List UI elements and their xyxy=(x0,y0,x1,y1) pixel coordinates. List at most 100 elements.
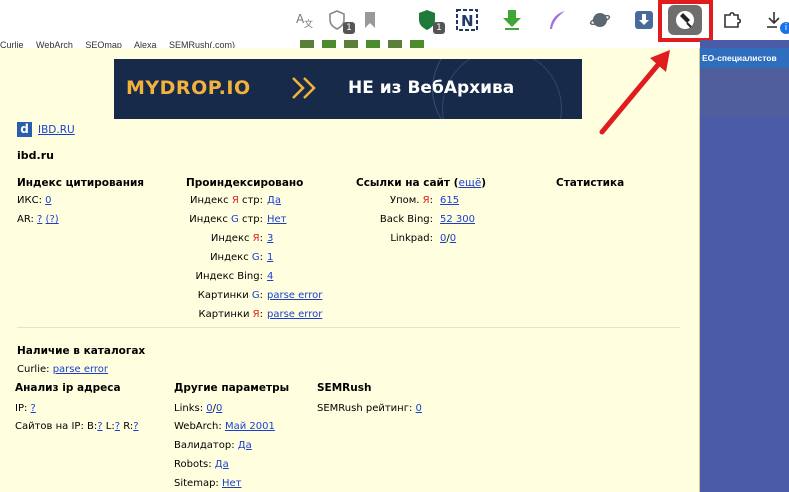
svg-text:N: N xyxy=(461,12,474,30)
row-label: Индекс Bing xyxy=(195,271,260,282)
iks-value[interactable]: 0 xyxy=(45,195,51,206)
links-linkpad-values: 0/0 xyxy=(440,233,457,244)
translate-icon[interactable]: A文 xyxy=(293,8,317,32)
ip-value[interactable]: ? xyxy=(31,403,36,414)
row-label: Индекс xyxy=(210,233,253,244)
puzzle-icon[interactable] xyxy=(720,8,744,32)
iks-label: ИКС: xyxy=(17,195,42,206)
row-label: стр: xyxy=(238,195,263,206)
other-links-value-2[interactable]: 0 xyxy=(216,403,222,414)
webarch-label: WebArch: xyxy=(174,421,222,432)
semrush-row: SEMRush рейтинг: 0 xyxy=(317,403,422,414)
curlie-value[interactable]: parse error xyxy=(53,364,108,375)
engine-letter: G xyxy=(231,214,239,225)
sites-label: Сайтов на IP: xyxy=(15,421,84,432)
highlight-box xyxy=(658,0,713,42)
shield-badge: 1 xyxy=(343,22,355,34)
sitemap-label: Sitemap: xyxy=(174,478,219,489)
semrush-heading: SEMRush xyxy=(317,382,372,394)
r-value[interactable]: ? xyxy=(133,421,138,432)
engine-letter: G xyxy=(251,252,260,263)
indexed-row-value[interactable]: Да xyxy=(267,195,281,206)
ip-heading: Анализ ip адреса xyxy=(15,382,121,394)
sitemap-row: Sitemap: Нет xyxy=(174,478,241,489)
curlie-row: Curlie: parse error xyxy=(17,364,108,375)
site-link[interactable]: IBD.RU xyxy=(38,124,75,136)
banner-tagline: НЕ из ВебАрхива xyxy=(348,78,515,98)
row-label: Индекс xyxy=(189,214,232,225)
validator-value[interactable]: Да xyxy=(238,440,252,451)
indexed-row-label: Индекс Я стр: xyxy=(190,195,263,206)
links-yandex-value[interactable]: 615 xyxy=(440,195,459,206)
row-label: Упом. xyxy=(390,195,423,206)
linkpad-value-2[interactable]: 0 xyxy=(450,233,456,244)
engine-letter: Я xyxy=(231,195,239,206)
bookmark-icon[interactable] xyxy=(358,8,382,32)
downloads-icon[interactable]: i xyxy=(762,8,789,34)
indexed-row-value[interactable]: parse error xyxy=(267,290,322,301)
feather-icon[interactable] xyxy=(545,8,569,32)
row-label: : xyxy=(429,195,433,206)
robots-value[interactable]: Да xyxy=(215,459,229,470)
row-label: : xyxy=(429,233,433,244)
linkpad-value-1[interactable]: 0 xyxy=(440,233,446,244)
links-title: Ссылки на сайт xyxy=(356,177,451,189)
engine-letter: Я xyxy=(252,309,260,320)
background-page: EO-специалистов xyxy=(700,40,789,492)
catalogs-heading: Наличие в каталогах xyxy=(17,345,146,357)
row-label: Картинки xyxy=(198,309,253,320)
planet-icon[interactable] xyxy=(588,8,612,32)
indexed-row-value[interactable]: 1 xyxy=(267,252,273,263)
row-label: : xyxy=(259,271,263,282)
links-bing-value[interactable]: 52 300 xyxy=(440,214,475,225)
b-label: B: xyxy=(87,421,98,432)
section-divider xyxy=(17,327,680,328)
indexed-row-label: Индекс Я: xyxy=(211,233,263,244)
links-more-link[interactable]: ещё xyxy=(458,177,481,189)
ublock-badge: 1 xyxy=(433,22,445,34)
semrush-value[interactable]: 0 xyxy=(416,403,422,414)
site-favicon-icon: d xyxy=(17,122,32,137)
svg-text:文: 文 xyxy=(304,18,313,30)
indexed-row-value[interactable]: Нет xyxy=(267,214,287,225)
links-heading: Ссылки на сайт (ещё) xyxy=(356,177,487,189)
sitemap-value[interactable]: Нет xyxy=(222,478,242,489)
ad-banner[interactable]: MYDROP.IO НЕ из ВебАрхива xyxy=(114,59,582,119)
row-label: : xyxy=(259,233,263,244)
robots-label: Robots: xyxy=(174,459,212,470)
chevron-right-icon xyxy=(290,75,320,104)
download-arrow-icon[interactable] xyxy=(500,8,524,32)
iks-row: ИКС: 0 xyxy=(17,195,52,206)
indexed-row-label: Картинки Я: xyxy=(199,309,263,320)
r-label: R: xyxy=(123,421,134,432)
row-label: : xyxy=(259,252,263,263)
site-link-row: d IBD.RU xyxy=(17,122,75,137)
other-links-value-1[interactable]: 0 xyxy=(206,403,212,414)
ublock-icon[interactable]: 1 xyxy=(415,8,445,34)
indexed-row-value[interactable]: 4 xyxy=(267,271,273,282)
indexed-row-value[interactable]: 3 xyxy=(267,233,273,244)
l-value[interactable]: ? xyxy=(115,421,120,432)
indexed-row-label: Индекс Bing: xyxy=(195,271,263,282)
engine-letter: Я xyxy=(252,233,260,244)
n-extension-icon[interactable]: N xyxy=(455,8,479,32)
webarch-value[interactable]: Май 2001 xyxy=(225,421,275,432)
other-heading: Другие параметры xyxy=(174,382,290,394)
validator-row: Валидатор: Да xyxy=(174,440,252,451)
b-value[interactable]: ? xyxy=(97,421,102,432)
engine-letter: G xyxy=(251,290,260,301)
links-yandex-row: Упом. Я: xyxy=(390,195,433,206)
indexed-row-label: Индекс G стр: xyxy=(189,214,263,225)
row-label: Картинки xyxy=(197,290,252,301)
row-label: Linkpad xyxy=(390,233,430,244)
row-label: : xyxy=(429,214,433,225)
ip-row: IP: ? xyxy=(15,403,36,414)
ar-value[interactable]: ? xyxy=(37,214,42,225)
ar-extra[interactable]: (?) xyxy=(46,214,59,225)
row-label: Индекс xyxy=(190,195,232,206)
row-label: : xyxy=(259,309,263,320)
shield-extension-icon[interactable]: 1 xyxy=(325,8,355,34)
indexed-row-value[interactable]: parse error xyxy=(267,309,322,320)
robots-row: Robots: Да xyxy=(174,459,229,470)
download-box-icon[interactable] xyxy=(632,8,656,32)
